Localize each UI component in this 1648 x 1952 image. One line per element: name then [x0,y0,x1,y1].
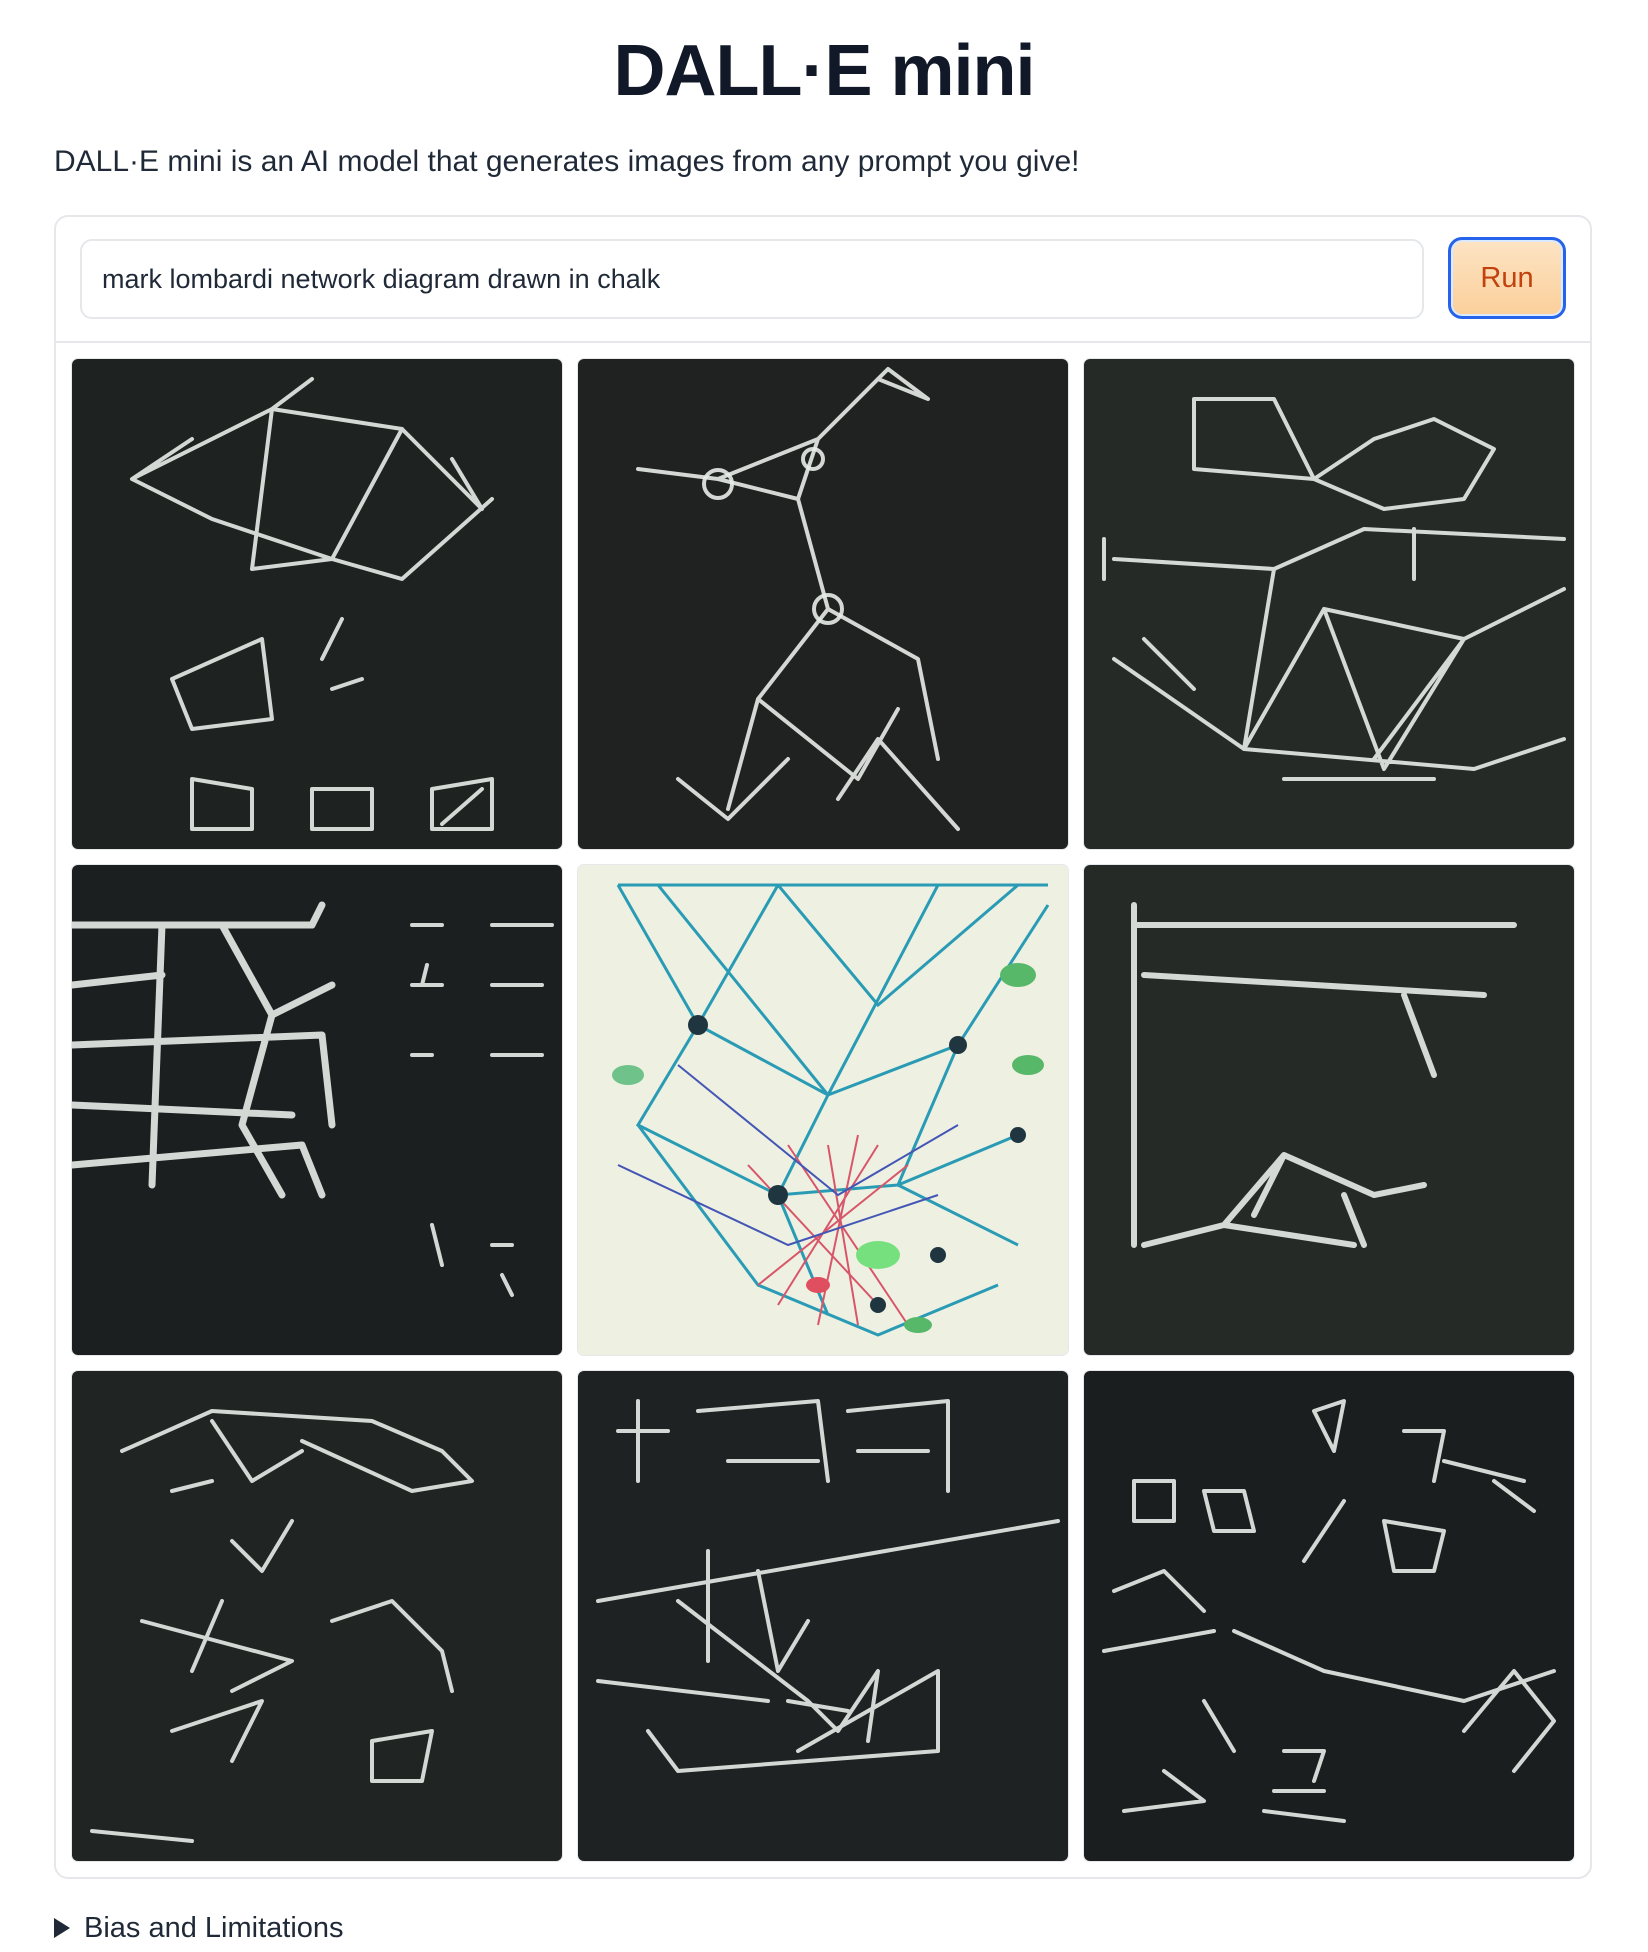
generated-image-9[interactable] [1084,1371,1574,1861]
page-description: DALL·E mini is an AI model that generate… [54,145,1080,178]
triangle-right-icon [54,1918,70,1938]
prompt-input[interactable] [80,239,1424,319]
page-title: DALL·E mini [613,31,1036,111]
chalk-drawing-4 [72,865,562,1355]
generated-image-5[interactable] [578,865,1068,1355]
generated-image-3[interactable] [1084,359,1574,849]
prompt-toolbar: Run [56,217,1590,343]
generated-image-2[interactable] [578,359,1068,849]
accordion-label: Bias and Limitations [84,1912,344,1944]
chalk-drawing-9 [1084,1371,1574,1861]
chalk-drawing-8 [578,1371,1068,1861]
generated-image-7[interactable] [72,1371,562,1861]
run-button[interactable]: Run [1448,237,1566,319]
chalk-drawing-3 [1084,359,1574,849]
image-gallery [72,359,1580,1861]
generated-image-1[interactable] [72,359,562,849]
chalk-drawing-2 [578,359,1068,849]
chalk-drawing-7 [72,1371,562,1861]
generated-image-8[interactable] [578,1371,1068,1861]
generated-image-4[interactable] [72,865,562,1355]
generator-panel: Run [54,215,1592,1879]
chalk-drawing-6 [1084,865,1574,1355]
bias-limitations-accordion[interactable]: Bias and Limitations [54,1910,344,1946]
generated-image-6[interactable] [1084,865,1574,1355]
color-network-drawing [578,865,1068,1355]
chalk-drawing-1 [72,359,562,849]
